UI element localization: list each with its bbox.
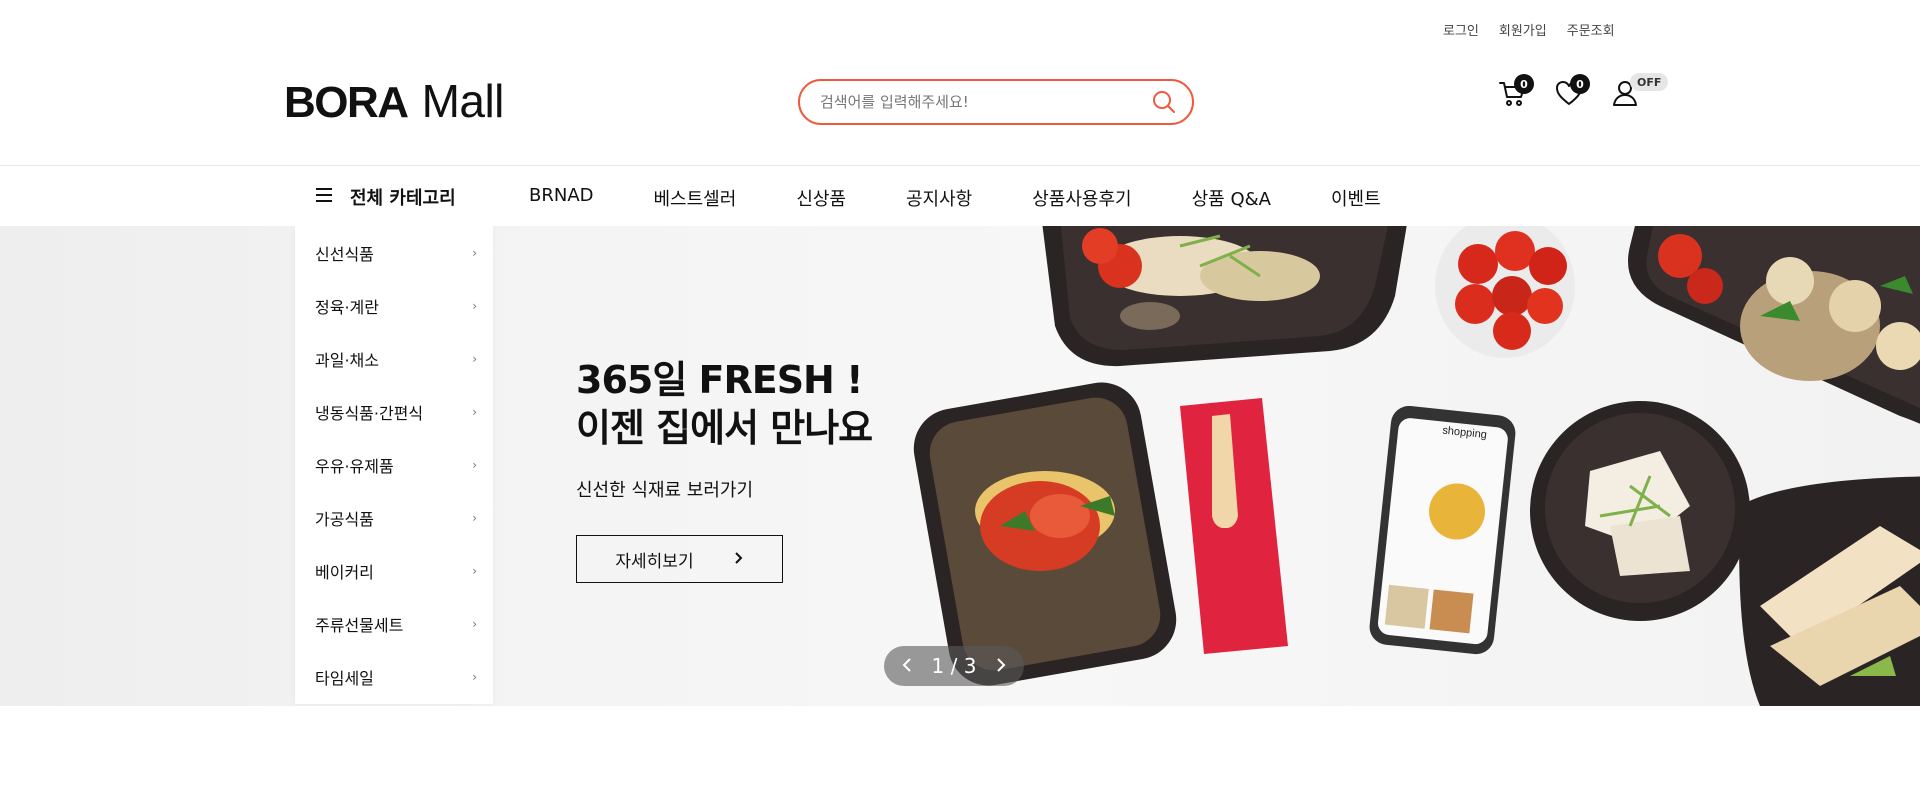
tomato-bowl — [1435, 226, 1575, 358]
search-icon[interactable] — [1150, 88, 1178, 116]
cart-button[interactable]: 0 — [1490, 74, 1536, 112]
nav-item-new[interactable]: 신상품 — [796, 185, 846, 211]
category-item[interactable]: 냉동식품·간편식 › — [295, 385, 493, 438]
search-input[interactable] — [820, 93, 1150, 111]
signup-link[interactable]: 회원가입 — [1499, 20, 1547, 39]
category-label: 가공식품 — [315, 509, 374, 529]
nav-item-brand[interactable]: BRNAD — [529, 185, 594, 211]
pager-text: 1 / 3 — [931, 654, 977, 678]
sandwich-box — [1739, 476, 1920, 706]
category-label: 냉동식품·간편식 — [315, 403, 424, 423]
banner-subtitle: 신선한 식재료 보러가기 — [576, 480, 754, 501]
category-label: 우유·유제품 — [315, 456, 394, 476]
logo-light: Mall — [421, 75, 505, 127]
nav-item-reviews[interactable]: 상품사용후기 — [1032, 185, 1131, 211]
search-box — [798, 79, 1194, 125]
chevron-left-icon[interactable] — [902, 657, 912, 676]
all-categories-button[interactable]: 전체 카테고리 — [316, 184, 456, 210]
header-icons: 0 0 OFF — [1490, 73, 1669, 112]
wishlist-button[interactable]: 0 — [1546, 74, 1592, 112]
chevron-right-icon: › — [472, 669, 477, 684]
utility-links: 로그인 회원가입 주문조회 — [1443, 20, 1615, 39]
category-label: 과일·채소 — [315, 350, 379, 370]
category-item[interactable]: 가공식품 › — [295, 491, 493, 544]
page: 로그인 회원가입 주문조회 BORA Mall 0 0 — [0, 0, 1920, 796]
order-lookup-link[interactable]: 주문조회 — [1567, 20, 1615, 39]
banner-detail-label: 자세히보기 — [615, 551, 694, 572]
category-label: 주류선물세트 — [315, 615, 404, 635]
hero-banner: shopping 신선식품 › 정육·계란 › 과일·채소 › 냉동식품·간편식… — [0, 226, 1920, 706]
chevron-right-icon: › — [472, 404, 477, 419]
napkin-fork — [1180, 398, 1288, 654]
chevron-right-icon: › — [472, 245, 477, 260]
phone-mockup: shopping — [1369, 405, 1516, 655]
category-label: 타임세일 — [315, 668, 374, 688]
chevron-right-icon: › — [472, 457, 477, 472]
chevron-right-icon: › — [472, 616, 477, 631]
meal-box — [913, 382, 1177, 686]
category-label: 정육·계란 — [315, 297, 379, 317]
category-item[interactable]: 과일·채소 › — [295, 332, 493, 385]
category-item[interactable]: 베이커리 › — [295, 544, 493, 597]
category-item[interactable]: 주류선물세트 › — [295, 597, 493, 650]
category-sidebar: 신선식품 › 정육·계란 › 과일·채소 › 냉동식품·간편식 › 우유·유제품 › 가공… — [295, 226, 493, 704]
banner-title-line1: 365일 FRESH ! — [576, 358, 863, 402]
login-link[interactable]: 로그인 — [1443, 20, 1479, 39]
account-status-badge: OFF — [1630, 73, 1669, 91]
chevron-right-icon — [734, 549, 744, 569]
chevron-right-icon: › — [472, 510, 477, 525]
banner-title-line2: 이젠 집에서 만나요 — [576, 406, 873, 450]
nav-item-bestseller[interactable]: 베스트셀러 — [654, 185, 737, 211]
chevron-right-icon: › — [472, 351, 477, 366]
site-logo[interactable]: BORA Mall — [284, 74, 505, 127]
category-item[interactable]: 신선식품 › — [295, 226, 493, 279]
nav-item-event[interactable]: 이벤트 — [1331, 185, 1381, 211]
nav-item-qna[interactable]: 상품 Q&A — [1192, 185, 1271, 211]
logo-bold: BORA — [284, 78, 409, 127]
category-label: 베이커리 — [315, 562, 374, 582]
banner-text: 365일 FRESH ! 이젠 집에서 만나요 신선한 식재료 보러가기 — [576, 356, 873, 502]
banner-title: 365일 FRESH ! 이젠 집에서 만나요 — [576, 356, 873, 452]
wishlist-count-badge: 0 — [1570, 74, 1590, 94]
nav-items: BRNAD 베스트셀러 신상품 공지사항 상품사용후기 상품 Q&A 이벤트 — [529, 185, 1441, 211]
category-item[interactable]: 타임세일 › — [295, 650, 493, 703]
category-item[interactable]: 우유·유제품 › — [295, 438, 493, 491]
account-button[interactable]: OFF — [1602, 73, 1669, 112]
chevron-right-icon[interactable] — [996, 657, 1006, 676]
banner-detail-button[interactable]: 자세히보기 — [576, 535, 783, 583]
hamburger-icon — [316, 187, 334, 208]
cart-count-badge: 0 — [1514, 74, 1534, 94]
all-categories-label: 전체 카테고리 — [350, 188, 456, 209]
banner-pager: 1 / 3 — [884, 646, 1024, 686]
salad-bowl — [1530, 401, 1750, 621]
nav-item-notice[interactable]: 공지사항 — [906, 185, 972, 211]
category-label: 신선식품 — [315, 244, 374, 264]
food-photo-illustration: shopping — [913, 226, 1920, 706]
chevron-right-icon: › — [472, 298, 477, 313]
chevron-right-icon: › — [472, 563, 477, 578]
main-nav: 전체 카테고리 BRNAD 베스트셀러 신상품 공지사항 상품사용후기 상품 Q… — [0, 166, 1920, 226]
category-item[interactable]: 정육·계란 › — [295, 279, 493, 332]
tray-top-center — [1042, 226, 1407, 367]
